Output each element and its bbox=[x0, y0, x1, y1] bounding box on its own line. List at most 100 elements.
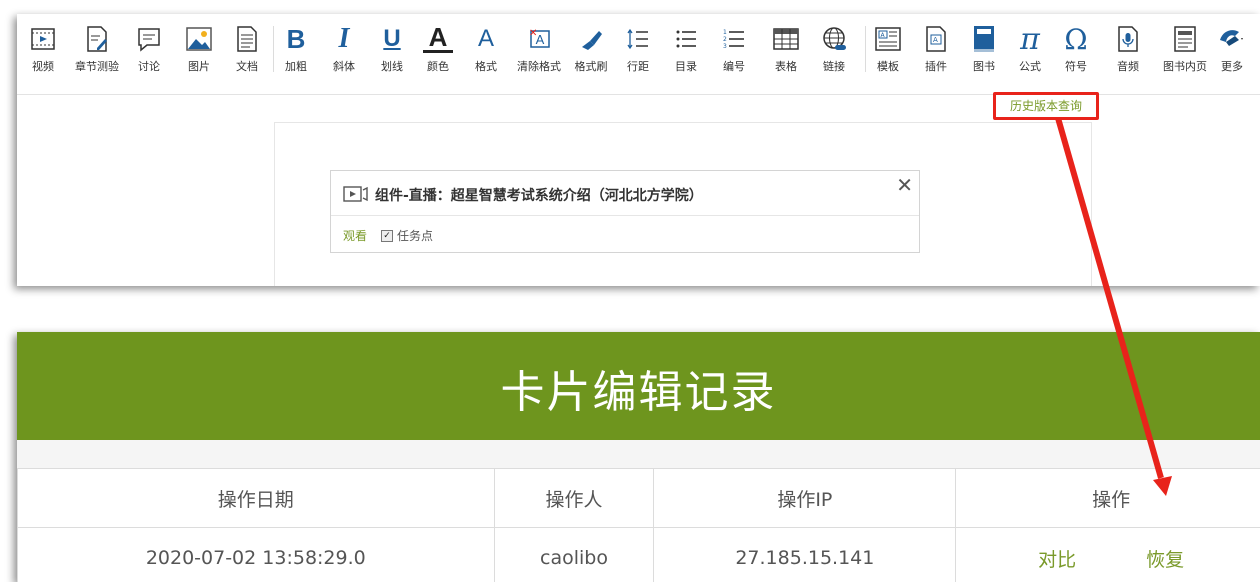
format-painter-icon bbox=[576, 24, 606, 54]
more-icon bbox=[1217, 24, 1247, 54]
toolbar-underline-button[interactable]: U 划线 bbox=[375, 20, 409, 76]
toolbar-numbered-list-button[interactable]: 123 编号 bbox=[717, 20, 751, 76]
svg-text:✕: ✕ bbox=[529, 28, 537, 39]
toolbar-format-painter-button[interactable]: 格式刷 bbox=[571, 20, 611, 76]
italic-icon: I bbox=[329, 24, 359, 54]
toolbar-label: 格式 bbox=[459, 58, 513, 74]
svg-text:3: 3 bbox=[723, 43, 727, 50]
toolbar-label: 编号 bbox=[707, 58, 761, 74]
audio-icon bbox=[1113, 24, 1143, 54]
toolbar-label: 目录 bbox=[659, 58, 713, 74]
numbered-list-icon: 123 bbox=[719, 24, 749, 54]
toolbar-label: 模板 bbox=[861, 58, 915, 74]
toolbar-video-button[interactable]: 视频 bbox=[25, 20, 61, 76]
component-title: 组件-直播：超星智慧考试系统介绍（河北北方学院） bbox=[375, 185, 703, 205]
template-icon: A bbox=[873, 24, 903, 54]
pi-icon: π bbox=[1015, 24, 1045, 54]
toolbar-book-page-button[interactable]: 图书内页 bbox=[1163, 20, 1207, 76]
toolbar-line-spacing-button[interactable]: 行距 bbox=[621, 20, 655, 76]
editor-panel: 视频 章节测验 讨论 图片 文档 bbox=[17, 14, 1260, 286]
toolbar-label: 颜色 bbox=[411, 58, 465, 74]
toolbar-label: 插件 bbox=[909, 58, 963, 74]
toolbar-discussion-button[interactable]: 讨论 bbox=[131, 20, 167, 76]
toolbar-more-button[interactable]: 更多 bbox=[1215, 20, 1249, 76]
toolbar-symbol-button[interactable]: Ω 符号 bbox=[1059, 20, 1093, 76]
table-header-row: 操作日期 操作人 操作IP 操作 bbox=[18, 469, 1260, 528]
column-header-date: 操作日期 bbox=[18, 469, 495, 528]
table-icon bbox=[771, 24, 801, 54]
book-page-icon bbox=[1170, 24, 1200, 54]
document-icon bbox=[232, 24, 262, 54]
toolbar-bold-button[interactable]: B 加粗 bbox=[281, 20, 311, 76]
omega-icon: Ω bbox=[1061, 24, 1091, 54]
link-icon bbox=[819, 24, 849, 54]
column-header-actions: 操作 bbox=[956, 469, 1260, 528]
font-color-icon: A bbox=[423, 24, 453, 53]
quiz-icon bbox=[82, 24, 112, 54]
toolbar-label: 讨论 bbox=[121, 58, 177, 74]
book-icon bbox=[969, 24, 999, 54]
toolbar-template-button[interactable]: A 模板 bbox=[871, 20, 905, 76]
toolbar-label: 更多 bbox=[1205, 58, 1259, 74]
clear-format-icon: A✕ bbox=[524, 24, 554, 54]
toolbar-formula-button[interactable]: π 公式 bbox=[1013, 20, 1047, 76]
header-gap bbox=[17, 440, 1260, 468]
toolbar-plugin-button[interactable]: A 插件 bbox=[919, 20, 953, 76]
edit-record-panel: 卡片编辑记录 操作日期 操作人 操作IP 操作 2020-07-02 13:58… bbox=[17, 332, 1260, 582]
video-icon bbox=[28, 24, 58, 54]
toolbar-toc-button[interactable]: 目录 bbox=[669, 20, 703, 76]
live-component-card[interactable]: 组件-直播：超星智慧考试系统介绍（河北北方学院） ✕ 观看 ✓ 任务点 bbox=[330, 170, 920, 253]
line-spacing-icon bbox=[623, 24, 653, 54]
column-header-ip: 操作IP bbox=[654, 469, 956, 528]
toolbar-book-button[interactable]: 图书 bbox=[967, 20, 1001, 76]
cell-operator: caolibo bbox=[494, 528, 654, 582]
table-row: 2020-07-02 13:58:29.0 caolibo 27.185.15.… bbox=[18, 528, 1260, 582]
component-title-row: 组件-直播：超星智慧考试系统介绍（河北北方学院） ✕ bbox=[331, 171, 919, 216]
toolbar-label: 行距 bbox=[611, 58, 665, 74]
svg-text:1: 1 bbox=[723, 29, 727, 36]
font-format-icon: A bbox=[471, 24, 501, 54]
image-icon bbox=[184, 24, 214, 54]
toolbar-font-format-button[interactable]: A 格式 bbox=[469, 20, 503, 76]
task-point-label: 任务点 bbox=[397, 227, 433, 244]
close-icon[interactable]: ✕ bbox=[896, 175, 913, 195]
watch-link[interactable]: 观看 bbox=[343, 227, 367, 244]
plugin-icon: A bbox=[921, 24, 951, 54]
toolbar-font-color-button[interactable]: A 颜色 bbox=[421, 20, 455, 76]
editor-toolbar: 视频 章节测验 讨论 图片 文档 bbox=[17, 14, 1260, 95]
task-point-checkbox[interactable]: ✓ 任务点 bbox=[381, 227, 433, 244]
toolbar-image-button[interactable]: 图片 bbox=[181, 20, 217, 76]
toolbar-label: 表格 bbox=[759, 58, 813, 74]
discussion-icon bbox=[134, 24, 164, 54]
toolbar-audio-button[interactable]: 音频 bbox=[1111, 20, 1145, 76]
underline-icon: U bbox=[377, 24, 407, 54]
restore-link[interactable]: 恢复 bbox=[1146, 549, 1184, 571]
cell-actions: 对比 恢复 bbox=[956, 528, 1260, 582]
svg-text:2: 2 bbox=[723, 36, 727, 43]
toolbar-label: 视频 bbox=[17, 58, 71, 74]
record-header: 卡片编辑记录 bbox=[17, 332, 1260, 440]
toolbar-document-button[interactable]: 文档 bbox=[229, 20, 265, 76]
toolbar-label: 加粗 bbox=[271, 58, 321, 74]
bold-icon: B bbox=[281, 24, 311, 54]
toolbar-label: 文档 bbox=[219, 58, 275, 74]
toolbar-label: 清除格式 bbox=[509, 58, 569, 74]
svg-text:A: A bbox=[933, 36, 938, 44]
history-version-link[interactable]: 历史版本查询 bbox=[993, 92, 1099, 120]
live-play-icon bbox=[343, 186, 369, 202]
toolbar-table-button[interactable]: 表格 bbox=[769, 20, 803, 76]
compare-link[interactable]: 对比 bbox=[1038, 549, 1076, 571]
cell-ip: 27.185.15.141 bbox=[654, 528, 956, 582]
toolbar-label: 音频 bbox=[1101, 58, 1155, 74]
toc-icon bbox=[671, 24, 701, 54]
toolbar-clear-format-button[interactable]: A✕ 清除格式 bbox=[519, 20, 559, 76]
toolbar-label: 符号 bbox=[1049, 58, 1103, 74]
toolbar-italic-button[interactable]: I 斜体 bbox=[329, 20, 359, 76]
toolbar-label: 章节测验 bbox=[65, 58, 129, 74]
toolbar-link-button[interactable]: 链接 bbox=[817, 20, 851, 76]
toolbar-quiz-button[interactable]: 章节测验 bbox=[75, 20, 119, 76]
toolbar-label: 链接 bbox=[807, 58, 861, 74]
checkbox-icon[interactable]: ✓ bbox=[381, 230, 393, 242]
column-header-operator: 操作人 bbox=[494, 469, 654, 528]
record-title: 卡片编辑记录 bbox=[17, 356, 1260, 420]
